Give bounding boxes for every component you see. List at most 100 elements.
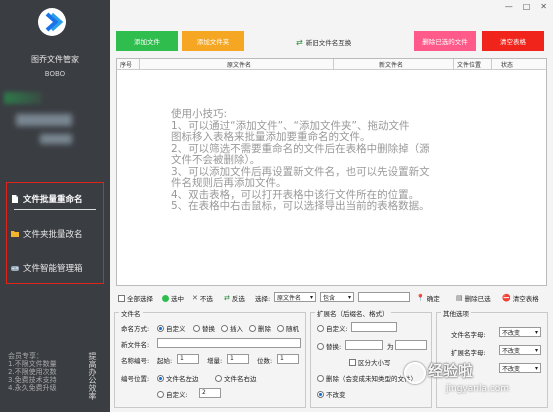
swap-names-button[interactable]: ⇄ 新旧文件名互换 xyxy=(296,37,352,48)
tip-line: 文件不会被删除）。 xyxy=(171,154,261,166)
watermark-logo-icon xyxy=(404,362,426,384)
ext-option-unchanged[interactable]: 不改变 xyxy=(317,389,346,399)
custom-position-input[interactable]: 2 xyxy=(199,388,221,398)
delete-used-button[interactable]: 删除已选的文件 xyxy=(414,31,476,51)
watermark-url: jingyanla.com xyxy=(446,384,510,394)
digits-input[interactable]: 1 xyxy=(277,354,299,364)
radio-circle xyxy=(317,324,324,332)
app-logo-icon xyxy=(38,8,66,36)
match-select-value: 包含 xyxy=(323,294,336,302)
delete-rows-label: 删除已选 xyxy=(464,295,491,303)
invert-button[interactable]: ⇄ 反选 xyxy=(224,293,245,303)
ext-replace-to-input[interactable] xyxy=(395,340,427,350)
option-label: 插入 xyxy=(230,325,243,333)
pin-icon: 📍 xyxy=(416,294,425,302)
extension-group-title: 扩展名（后缀名、格式） xyxy=(315,308,391,318)
option-replace[interactable]: 替换 xyxy=(193,323,215,333)
option-insert[interactable]: 插入 xyxy=(221,323,243,333)
option-pos-custom[interactable]: 自定义: xyxy=(157,389,188,399)
add-folder-button[interactable]: 添加文件夹 xyxy=(182,31,244,51)
col-header-location[interactable]: 文件位置 xyxy=(457,60,481,69)
new-name-input[interactable] xyxy=(157,338,301,348)
start-input[interactable]: 1 xyxy=(177,354,199,364)
ext-option-delete[interactable]: 删除（会变成未知类型的文件） xyxy=(317,373,417,383)
confirm-label: 确定 xyxy=(426,295,440,303)
column-divider xyxy=(139,59,140,70)
option-label: 文件名左边 xyxy=(166,375,199,383)
swap-names-label: 新旧文件名互换 xyxy=(305,39,352,47)
filter-bar: 全部选择 选中 ✕ 不选 ⇄ 反选 选择: 原文件名 ▾ 包含 ▾ 📍 确定 ▤ 删… xyxy=(116,292,547,304)
maximize-button[interactable]: □ xyxy=(523,2,531,11)
option-custom[interactable]: 自定义 xyxy=(157,323,186,333)
add-file-button[interactable]: 添加文件 xyxy=(116,31,178,51)
blurred-region xyxy=(16,114,72,126)
minimize-button[interactable]: — xyxy=(505,2,513,11)
usage-tips: 使用小技巧: 1、可以通过“添加文件”、“添加文件夹”、拖动文件 图标移入表格来… xyxy=(171,108,491,213)
close-button[interactable]: ✕ xyxy=(540,2,547,11)
radio-circle xyxy=(317,374,324,382)
field-select[interactable]: 原文件名 ▾ xyxy=(274,292,316,302)
tip-line: 图标移入表格来批量添加要重命名的文件。 xyxy=(171,131,371,143)
match-input[interactable] xyxy=(358,292,410,302)
sidebar: 图乔文件管家 BOBO 文件批量重命名 文件夹批量改名 文件智能管理箱 会员专享… xyxy=(0,0,110,412)
option-label: 删除 xyxy=(258,325,271,333)
match-select[interactable]: 包含 ▾ xyxy=(320,292,354,302)
col-header-index[interactable]: 序号 xyxy=(120,60,132,69)
chevron-down-icon: ▾ xyxy=(534,346,538,354)
option-pos-left[interactable]: 文件名左边 xyxy=(157,373,199,383)
file-icon xyxy=(10,194,20,204)
step-input[interactable]: 1 xyxy=(227,354,249,364)
nav-item-file-rename[interactable]: 文件批量重命名 xyxy=(10,193,83,205)
select-all-checkbox[interactable]: 全部选择 xyxy=(118,293,153,303)
nav-item-label: 文件智能管理箱 xyxy=(23,264,83,274)
name-case-label: 文件名字母: xyxy=(451,331,486,339)
delete-rows-button[interactable]: ▤ 删除已选 xyxy=(456,293,491,303)
col-header-status[interactable]: 状态 xyxy=(501,60,513,69)
step-label: 增量: xyxy=(207,357,223,365)
ext-option-custom[interactable]: 自定义: xyxy=(317,323,348,333)
third-option-select[interactable]: 不改变 ▾ xyxy=(499,363,541,373)
watermark-text: 经验啦 xyxy=(428,362,474,380)
blurred-region xyxy=(4,92,42,104)
col-header-new[interactable]: 新文件名 xyxy=(379,60,403,69)
option-label: 自定义: xyxy=(166,391,188,399)
name-case-select[interactable]: 不改变 ▾ xyxy=(499,327,541,337)
tip-line: 使用小技巧: xyxy=(171,108,228,120)
ext-case-label: 扩展名字母: xyxy=(451,349,486,357)
vip-line: 3.免费技术支持 xyxy=(8,376,57,384)
option-label: 随机 xyxy=(286,325,299,333)
nav-item-smart-manager[interactable]: 文件智能管理箱 xyxy=(10,262,83,274)
chevron-down-icon: ▾ xyxy=(534,364,538,372)
ext-case-select[interactable]: 不改变 ▾ xyxy=(499,345,541,355)
radio-circle xyxy=(277,324,284,332)
column-divider xyxy=(491,59,492,70)
file-table[interactable]: 序号 原文件名 新文件名 文件位置 状态 使用小技巧: 1、可以通过“添加文件”… xyxy=(116,58,547,286)
chevron-down-icon: ▾ xyxy=(534,328,538,336)
slogan-vertical: 提高办公效率 xyxy=(88,352,97,400)
radio-selected xyxy=(157,324,164,332)
option-delete[interactable]: 删除 xyxy=(249,323,271,333)
confirm-button[interactable]: 📍 确定 xyxy=(416,293,440,303)
clear-table-button[interactable]: 清空表格 xyxy=(482,31,544,51)
option-pos-right[interactable]: 文件名右边 xyxy=(215,373,257,383)
option-random[interactable]: 随机 xyxy=(277,323,299,333)
radio-circle xyxy=(317,342,324,350)
vip-line: 2.不限使用次数 xyxy=(8,368,57,376)
radio-selected xyxy=(317,390,324,398)
case-sensitive-checkbox[interactable]: 区分大小写 xyxy=(349,357,391,367)
select-button[interactable]: 选中 xyxy=(162,293,184,303)
ext-option-replace[interactable]: 替换: xyxy=(317,341,341,351)
nav-item-folder-rename[interactable]: 文件夹批量改名 xyxy=(10,228,83,240)
deselect-label: 不选 xyxy=(199,295,213,303)
no-entry-icon: ⛔ xyxy=(502,294,511,302)
filename-group-title: 文件名 xyxy=(119,308,143,318)
deselect-button[interactable]: ✕ 不选 xyxy=(192,293,213,303)
to-label: 为 xyxy=(387,343,394,351)
filename-group: 文件名 命名方式: 自定义 替换 插入 删除 随机 新文件名: 名称编号: 起始… xyxy=(114,308,306,408)
radio-circle xyxy=(215,374,222,382)
column-divider xyxy=(453,59,454,70)
ext-custom-input[interactable] xyxy=(351,322,397,332)
col-header-original[interactable]: 原文件名 xyxy=(227,60,251,69)
clear-table-link[interactable]: ⛔ 清空表格 xyxy=(502,293,539,303)
ext-replace-from-input[interactable] xyxy=(345,340,383,350)
